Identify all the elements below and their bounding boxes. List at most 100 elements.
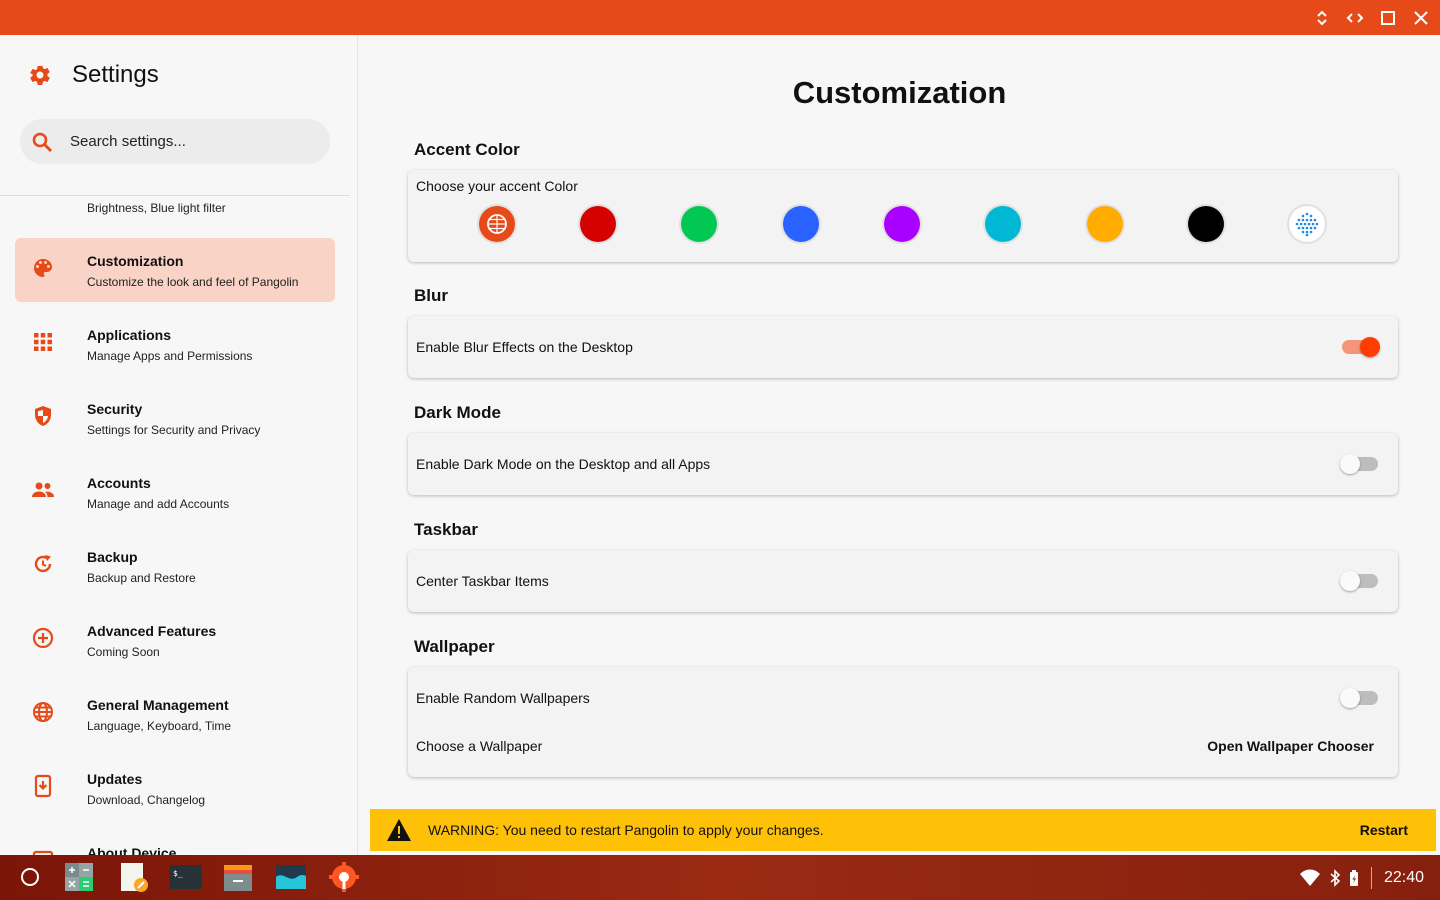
toggle-knob <box>1340 571 1360 591</box>
settings-sidebar: Settings Brightness, Blue light filter C… <box>0 35 358 855</box>
dark-mode-label: Enable Dark Mode on the Desktop and all … <box>416 456 711 472</box>
wallpaper-card: Enable Random Wallpapers Choose a Wallpa… <box>408 667 1398 777</box>
restart-warning-banner: WARNING: You need to restart Pangolin to… <box>370 809 1436 851</box>
sidebar-item-sub: Coming Soon <box>87 645 160 659</box>
terminal-icon[interactable]: $_ <box>170 861 202 893</box>
search-input[interactable] <box>70 133 310 150</box>
sidebar-item-sub: Customize the look and feel of Pangolin <box>87 275 299 289</box>
sidebar-item-sub: Manage and add Accounts <box>87 497 230 511</box>
sidebar-item-label: Updates <box>87 771 143 787</box>
image-viewer-icon[interactable] <box>275 861 307 893</box>
collapse-icon[interactable] <box>1308 4 1336 32</box>
sidebar-item-sub: Language, Keyboard, Time <box>87 719 232 733</box>
sidebar-divider <box>0 195 350 196</box>
warning-icon <box>387 819 411 841</box>
battery-icon[interactable] <box>1349 869 1359 887</box>
info-icon <box>32 850 54 855</box>
sidebar-item-sub: Backup and Restore <box>87 571 196 585</box>
sidebar-item-security[interactable]: Security Settings for Security and Priva… <box>15 386 335 450</box>
toggle-knob <box>1340 688 1360 708</box>
accent-swatch-blue[interactable] <box>783 206 819 242</box>
accent-swatch-custom[interactable] <box>1289 206 1325 242</box>
sidebar-item-label: Backup <box>87 549 138 565</box>
clock[interactable]: 22:40 <box>1384 869 1424 887</box>
people-icon <box>32 482 54 497</box>
section-title-taskbar: Taskbar <box>414 520 478 539</box>
blur-card: Enable Blur Effects on the Desktop <box>408 316 1398 378</box>
blur-toggle[interactable] <box>1342 337 1380 357</box>
accent-swatch-black[interactable] <box>1188 206 1224 242</box>
settings-app-icon[interactable] <box>328 861 360 893</box>
taskbar-card: Center Taskbar Items <box>408 550 1398 612</box>
sidebar-item-display-sub: Brightness, Blue light filter <box>87 201 226 215</box>
sidebar-item-applications[interactable]: Applications Manage Apps and Permissions <box>15 312 335 376</box>
accent-swatch-green[interactable] <box>681 206 717 242</box>
sidebar-item-advanced-features[interactable]: Advanced Features Coming Soon <box>15 608 335 672</box>
color-picker-icon <box>1295 212 1319 237</box>
close-icon[interactable] <box>1407 4 1435 32</box>
accent-swatch-purple[interactable] <box>884 206 920 242</box>
accent-swatch-orange[interactable] <box>479 206 515 242</box>
sidebar-header: Settings <box>28 61 159 89</box>
code-icon[interactable] <box>1341 4 1369 32</box>
gear-icon <box>30 65 50 85</box>
accent-swatch-amber[interactable] <box>1087 206 1123 242</box>
toggle-knob <box>1360 337 1380 357</box>
dark-mode-toggle[interactable] <box>1340 454 1378 474</box>
accent-color-card: Choose your accent Color <box>408 170 1398 262</box>
random-wallpaper-toggle[interactable] <box>1340 688 1378 708</box>
sidebar-item-label: Applications <box>87 327 172 343</box>
globe-icon <box>33 702 53 722</box>
choose-wallpaper-label: Choose a Wallpaper <box>416 738 543 754</box>
accent-swatch-cyan[interactable] <box>985 206 1021 242</box>
warning-text: WARNING: You need to restart Pangolin to… <box>428 822 824 838</box>
sidebar-item-label: Accounts <box>87 475 151 491</box>
section-title-accent-color: Accent Color <box>414 140 520 159</box>
toggle-knob <box>1340 454 1360 474</box>
text-editor-icon[interactable] <box>117 861 149 893</box>
restore-icon <box>34 555 52 573</box>
accent-color-prompt: Choose your accent Color <box>416 178 578 194</box>
palette-icon <box>34 259 52 277</box>
wifi-icon[interactable] <box>1299 869 1321 887</box>
customization-panel: Customization Accent Color Choose your a… <box>359 35 1440 855</box>
system-update-icon <box>34 774 52 798</box>
sidebar-item-general-management[interactable]: General Management Language, Keyboard, T… <box>15 682 335 746</box>
maximize-icon[interactable] <box>1374 4 1402 32</box>
restart-button[interactable]: Restart <box>1360 822 1408 838</box>
sidebar-item-updates[interactable]: Updates Download, Changelog <box>15 756 335 820</box>
sidebar-item-accounts[interactable]: Accounts Manage and add Accounts <box>15 460 335 524</box>
sidebar-item-about-device[interactable]: About Device <box>15 830 335 855</box>
center-taskbar-toggle[interactable] <box>1340 571 1378 591</box>
accent-swatch-red[interactable] <box>580 206 616 242</box>
sidebar-item-backup[interactable]: Backup Backup and Restore <box>15 534 335 598</box>
sidebar-item-customization[interactable]: Customization Customize the look and fee… <box>15 238 335 302</box>
search-box[interactable] <box>20 119 330 164</box>
sidebar-item-label: Advanced Features <box>87 623 217 639</box>
bluetooth-icon[interactable] <box>1329 868 1341 887</box>
sidebar-item-label: Security <box>87 401 143 417</box>
dark-mode-card: Enable Dark Mode on the Desktop and all … <box>408 433 1398 495</box>
system-tray: 22:40 <box>1299 855 1440 900</box>
svg-text:$_: $_ <box>173 869 183 878</box>
files-icon[interactable] <box>222 861 254 893</box>
random-wallpaper-label: Enable Random Wallpapers <box>416 690 590 706</box>
window-titlebar <box>0 0 1440 35</box>
blur-label: Enable Blur Effects on the Desktop <box>416 339 633 355</box>
sidebar-item-label: Customization <box>87 253 184 269</box>
launcher-icon[interactable] <box>14 861 46 893</box>
selected-check-icon <box>487 214 507 234</box>
section-title-blur: Blur <box>414 286 448 305</box>
open-wallpaper-chooser-button[interactable]: Open Wallpaper Chooser <box>1207 738 1374 754</box>
sidebar-item-label: General Management <box>87 697 229 713</box>
sidebar-item-sub: Manage Apps and Permissions <box>87 349 253 363</box>
section-title-dark-mode: Dark Mode <box>414 403 501 422</box>
search-icon <box>32 132 53 152</box>
sidebar-item-sub: Settings for Security and Privacy <box>87 423 261 437</box>
sidebar-item-sub: Download, Changelog <box>87 793 206 807</box>
sidebar-item-label: About Device <box>87 845 177 855</box>
tray-divider <box>1370 866 1372 889</box>
apps-grid-icon <box>34 333 52 351</box>
taskbar-label: Center Taskbar Items <box>416 573 549 589</box>
calculator-icon[interactable] <box>63 861 95 893</box>
